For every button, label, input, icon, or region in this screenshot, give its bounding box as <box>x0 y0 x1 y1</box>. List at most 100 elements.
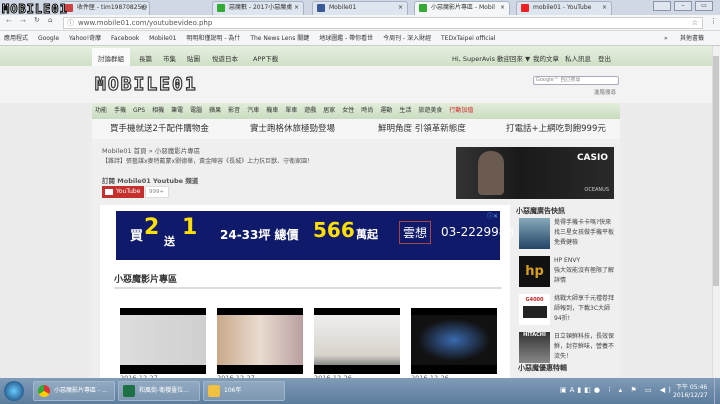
system-tray-icons[interactable]: ▣A▮◧● ⁝ ▴ ⚑ ▭ ◀) <box>560 386 674 394</box>
profile-button[interactable] <box>653 1 671 11</box>
browser-tab-active[interactable]: 小惡魔影片專區 - Mobil × <box>414 1 510 15</box>
facebook-icon <box>317 4 325 12</box>
browser-tab[interactable]: mobile01 - YouTube × <box>516 1 612 15</box>
casio-ad[interactable]: CASIO OCEANUS <box>456 147 614 199</box>
bookmark-item[interactable]: 今周刊 - 深入財經 <box>383 35 431 42</box>
sidebar-ad[interactable]: G4000 挑戰大師享千元禮卷拜師報到，下載3C大師94折! <box>519 294 619 328</box>
star-icon[interactable]: ☆ <box>692 18 698 28</box>
bookmark-item[interactable]: 地球圖鑑 - 帶你看世 <box>319 35 373 42</box>
start-button[interactable] <box>4 381 24 401</box>
promo-link[interactable]: 買手機就送2千配件購物金 <box>110 119 209 139</box>
bookmark-apps[interactable]: 應用程式 <box>4 35 28 42</box>
bookmark-other[interactable]: 其他書籤 <box>680 31 704 46</box>
google-search-input[interactable]: Google™ 自訂搜尋 <box>533 76 619 85</box>
bookmark-item[interactable]: 明明和僅說明 - 為什 <box>186 35 240 42</box>
ad-unit: 萬起 <box>356 228 378 241</box>
promo-link[interactable]: 實士跑格休旅極勁登場 <box>250 119 335 139</box>
browser-tab[interactable]: 收件匣 - tim19870825@ × <box>60 1 150 15</box>
cat-item[interactable]: 生活 <box>399 107 411 114</box>
cat-item[interactable]: 時尚 <box>361 107 373 114</box>
home-icon[interactable]: ⌂ <box>48 16 52 24</box>
back-icon[interactable]: ← <box>6 17 12 25</box>
cat-item[interactable]: 手機 <box>114 107 126 114</box>
reload-icon[interactable]: ↻ <box>34 16 40 24</box>
close-icon[interactable]: × <box>294 2 299 14</box>
adchoices-icon[interactable]: ⓘ✕ <box>487 211 498 220</box>
maximize-button[interactable]: ▭ <box>695 1 713 11</box>
menu-icon[interactable]: ⋮ <box>710 17 717 25</box>
sidebar-ad[interactable]: hp HP ENVY 強大效能沒有極限了解詳情 <box>519 256 619 290</box>
cat-item[interactable]: 蘋果 <box>209 107 221 114</box>
advanced-search-link[interactable]: 進階搜尋 <box>594 88 616 96</box>
bookmark-newslens[interactable]: The News Lens 關鍵 <box>250 35 309 42</box>
nav-forum[interactable]: 討論群組 <box>92 48 130 66</box>
headline-link[interactable]: 【雜詩】張藝謀x麥特戴蒙x劉德華，黃金陣容《長城》上力抗巨獸、守衛家園！ <box>102 156 313 165</box>
video-thumbnail[interactable] <box>411 308 497 374</box>
show-desktop-button[interactable] <box>714 378 720 404</box>
taskbar-excel[interactable]: 和風街-衛櫻臺位... <box>118 381 200 401</box>
close-icon[interactable]: × <box>398 2 403 14</box>
ad-buy: 買 <box>130 229 144 244</box>
subscribe-label: 訂閱 Mobile01 Youtube 頻道 <box>102 177 199 185</box>
cat-item-highlight[interactable]: 行動加值 <box>449 107 473 114</box>
cat-item[interactable]: 遊戲 <box>304 107 316 114</box>
cat-item[interactable]: 相機 <box>152 107 164 114</box>
cat-item[interactable]: 單車 <box>285 107 297 114</box>
nav-long[interactable]: 長篇 <box>139 53 152 63</box>
cat-item[interactable]: 運動 <box>380 107 392 114</box>
taskbar-folder[interactable]: 106年 <box>203 381 285 401</box>
cat-item[interactable]: 居家 <box>323 107 335 114</box>
close-icon[interactable]: × <box>602 2 607 14</box>
bookmarks-bar: 應用程式 Google Yahoo!奇摩 Facebook Mobile01 明… <box>0 31 720 46</box>
bookmark-facebook[interactable]: Facebook <box>111 35 139 42</box>
video-thumbnail[interactable] <box>217 308 303 374</box>
messages-link[interactable]: 私人訊息 <box>565 53 591 63</box>
nav-market[interactable]: 市集 <box>163 53 176 63</box>
subscriber-count: 999+ <box>145 186 169 198</box>
cat-item[interactable]: 汽車 <box>247 107 259 114</box>
url-input[interactable]: ⓘ www.mobile01.com/youtubevideo.php ☆ <box>63 17 703 29</box>
video-thumbnail[interactable] <box>314 308 400 374</box>
video-image <box>120 315 206 365</box>
scrollbar-thumb[interactable] <box>713 56 719 286</box>
close-icon[interactable]: × <box>500 2 505 14</box>
clock-time[interactable]: 下午 05:46 <box>676 382 707 391</box>
forward-icon[interactable]: → <box>20 17 26 25</box>
my-articles-link[interactable]: 我的文章 <box>533 53 559 63</box>
clock-date[interactable]: 2016/12/27 <box>673 392 708 399</box>
cat-item[interactable]: GPS <box>133 107 145 114</box>
sidebar-ad[interactable]: 覺得手機卡卡嗎?快來找三星女孩做手機平板免費健檢 <box>519 218 619 252</box>
sidebar-ad[interactable]: HITACHI 日立頓鮮科技，長效保鮮，封存鮮味，營養不流失！ <box>519 332 619 366</box>
nav-app[interactable]: APP下載 <box>253 53 278 63</box>
breadcrumb[interactable]: Mobile01 首頁 » 小惡魔影片專區 <box>102 145 200 155</box>
cat-item[interactable]: 機車 <box>266 107 278 114</box>
cat-item[interactable]: 女性 <box>342 107 354 114</box>
close-icon[interactable]: × <box>140 2 145 14</box>
browser-tab-strip: 收件匣 - tim19870825@ × 惡魔數 - 2017小惡魔桌 × Mobi… <box>0 0 720 15</box>
logout-link[interactable]: 登出 <box>598 53 611 63</box>
promo-link[interactable]: 打電話+上網吃到飽999元 <box>506 119 606 139</box>
cat-item[interactable]: 電腦 <box>190 107 202 114</box>
cat-item[interactable]: 筆電 <box>171 107 183 114</box>
nav-photos[interactable]: 貼圖 <box>187 53 200 63</box>
bookmark-tedx[interactable]: TEDxTaipei official <box>441 35 496 42</box>
mobile01-logo[interactable]: MOBILE01 <box>94 73 198 95</box>
banner-ad[interactable]: 買 2 送 1 24-33坪 總價 566 萬起 雲想 03-2229988 ⓘ… <box>116 211 514 260</box>
bookmarks-overflow[interactable]: » <box>664 31 668 46</box>
cat-item[interactable]: 影音 <box>228 107 240 114</box>
minimize-button[interactable]: – <box>674 1 692 11</box>
bookmark-yahoo[interactable]: Yahoo!奇摩 <box>69 35 101 42</box>
nav-japan[interactable]: 悅遊日本 <box>212 53 238 63</box>
taskbar-chrome[interactable]: 小惡魔影片專區 - ... <box>33 381 115 401</box>
video-thumbnail[interactable] <box>120 308 206 374</box>
youtube-subscribe-button[interactable]: YouTube <box>102 186 144 198</box>
browser-tab[interactable]: Mobile01 × <box>312 1 408 15</box>
cat-item[interactable]: 旅遊美食 <box>418 107 442 114</box>
bookmark-google[interactable]: Google <box>38 35 59 42</box>
browser-tab[interactable]: 惡魔數 - 2017小惡魔桌 × <box>212 1 304 15</box>
user-menu[interactable]: Hi, SuperAvis 歡迎回來 ▼ <box>452 53 530 63</box>
promo-link[interactable]: 鮮明角度 引領革新態度 <box>378 119 466 139</box>
cat-item[interactable]: 功能 <box>95 107 107 114</box>
bookmark-mobile01[interactable]: Mobile01 <box>149 35 176 42</box>
ad-title: HP ENVY <box>554 257 581 264</box>
